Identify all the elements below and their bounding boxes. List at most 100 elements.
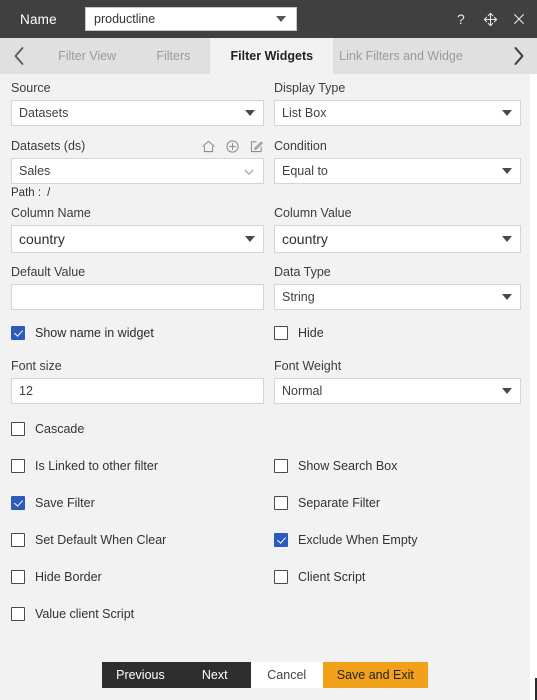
row-savefilter-separatefilter: Save Filter Separate Filter (0, 494, 530, 514)
tab-label: Filter View (58, 49, 117, 63)
field-font-weight: Font Weight Normal (274, 358, 521, 404)
column-value-label: Column Value (274, 206, 352, 220)
checkbox-box[interactable] (274, 326, 288, 340)
checkbox-hide[interactable]: Hide (274, 324, 521, 342)
chevron-down-icon (502, 168, 512, 174)
checkbox-set-default-when-clear[interactable]: Set Default When Clear (11, 531, 264, 549)
checkbox-show-name-in-widget[interactable]: Show name in widget (11, 324, 264, 342)
font-weight-select[interactable]: Normal (274, 378, 521, 404)
row-cascade: Cascade (0, 420, 530, 440)
checkbox-box[interactable] (274, 533, 288, 547)
checkbox-label: Set Default When Clear (35, 533, 167, 547)
help-icon[interactable]: ? (454, 10, 471, 28)
close-icon[interactable] (510, 10, 527, 28)
source-value: Datasets (19, 106, 69, 120)
checkbox-label: Client Script (298, 570, 366, 584)
row-column-name-value: Column Name country Column Value country (0, 205, 530, 261)
row-setdefault-excludeempty: Set Default When Clear Exclude When Empt… (0, 531, 530, 551)
column-value-value: country (282, 231, 328, 247)
checkbox-label: Exclude When Empty (298, 533, 418, 547)
font-size-value: 12 (19, 384, 33, 398)
form-body: Source Datasets Display Type List Box Da… (0, 74, 530, 700)
checkbox-is-linked-to-other-filter[interactable]: Is Linked to other filter (11, 457, 264, 475)
filter-widgets-dialog: Name productline ? Filter View Filters F… (0, 0, 537, 700)
previous-button[interactable]: Previous (102, 662, 179, 688)
checkbox-save-filter[interactable]: Save Filter (11, 494, 264, 512)
chevron-down-icon (245, 110, 255, 116)
checkbox-separate-filter[interactable]: Separate Filter (274, 494, 521, 512)
column-value-select[interactable]: country (274, 225, 521, 253)
checkbox-box[interactable] (11, 496, 25, 510)
font-size-input[interactable]: 12 (11, 378, 264, 404)
datasets-select[interactable]: Sales (11, 158, 264, 184)
chevron-down-icon (276, 16, 286, 22)
font-weight-label: Font Weight (274, 359, 342, 373)
tab-filters[interactable]: Filters (136, 38, 211, 74)
checkbox-box[interactable] (11, 459, 25, 473)
row-showname-hide: Show name in widget Hide (0, 324, 530, 344)
cancel-button[interactable]: Cancel (250, 662, 323, 688)
field-column-value: Column Value country (274, 205, 521, 253)
checkbox-value-client-script[interactable]: Value client Script (11, 605, 264, 623)
tab-link-filters-and-widgets[interactable]: Link Filters and Widge (333, 38, 499, 74)
chevron-down-icon (502, 388, 512, 394)
field-condition: Condition Equal to (274, 138, 521, 184)
dialog-right-edge (530, 74, 537, 700)
data-type-select[interactable]: String (274, 284, 521, 310)
checkbox-show-search-box[interactable]: Show Search Box (274, 457, 521, 475)
checkbox-exclude-when-empty[interactable]: Exclude When Empty (274, 531, 521, 549)
checkbox-label: Hide Border (35, 570, 102, 584)
field-display-type: Display Type List Box (274, 80, 521, 126)
checkbox-box[interactable] (274, 570, 288, 584)
row-font: Font size 12 Font Weight Normal (0, 358, 530, 412)
checkbox-box[interactable] (11, 422, 25, 436)
edit-pencil-icon[interactable] (249, 139, 264, 154)
tab-filter-widgets[interactable]: Filter Widgets (210, 38, 334, 74)
display-type-select[interactable]: List Box (274, 100, 521, 126)
condition-value: Equal to (282, 164, 328, 178)
name-select[interactable]: productline (85, 7, 297, 31)
tabs-prev-arrow-icon[interactable] (0, 38, 38, 74)
checkbox-cascade[interactable]: Cascade (11, 420, 264, 438)
path-value: / (47, 187, 51, 199)
dataset-path: Path : / (11, 187, 264, 199)
add-circle-icon[interactable] (225, 139, 240, 154)
checkbox-box[interactable] (11, 570, 25, 584)
data-type-label: Data Type (274, 265, 331, 279)
condition-select[interactable]: Equal to (274, 158, 521, 184)
row-default-datatype: Default Value Data Type String (0, 264, 530, 318)
home-icon[interactable] (201, 139, 216, 154)
save-and-exit-button[interactable]: Save and Exit (322, 662, 428, 688)
checkbox-hide-border[interactable]: Hide Border (11, 568, 264, 586)
checkbox-box[interactable] (11, 607, 25, 621)
row-value-client-script: Value client Script (0, 605, 530, 625)
default-value-input[interactable] (11, 284, 264, 310)
font-weight-value: Normal (282, 384, 323, 398)
checkbox-box[interactable] (11, 326, 25, 340)
move-icon[interactable] (482, 10, 499, 28)
field-default-value: Default Value (11, 264, 264, 310)
display-type-value: List Box (282, 106, 327, 120)
checkbox-box[interactable] (11, 533, 25, 547)
field-source: Source Datasets (11, 80, 264, 126)
tabs-next-arrow-icon[interactable] (499, 38, 537, 74)
tab-filter-view[interactable]: Filter View (38, 38, 137, 74)
chevron-down-icon (502, 110, 512, 116)
checkbox-label: Is Linked to other filter (35, 459, 158, 473)
dialog-footer: Previous Next Cancel Save and Exit (0, 662, 530, 688)
data-type-value: String (282, 290, 315, 304)
path-label: Path : (11, 187, 42, 199)
checkbox-client-script[interactable]: Client Script (274, 568, 521, 586)
tab-label: Link Filters and Widge (339, 49, 463, 63)
next-button[interactable]: Next (178, 662, 251, 688)
source-select[interactable]: Datasets (11, 100, 264, 126)
display-type-label: Display Type (274, 81, 346, 95)
dialog-titlebar: Name productline ? (0, 0, 537, 38)
checkbox-box[interactable] (274, 496, 288, 510)
chevron-down-icon (243, 165, 255, 177)
checkbox-box[interactable] (274, 459, 288, 473)
field-datasets: Datasets (ds) Sales Path: / (11, 138, 264, 199)
row-datasets-condition: Datasets (ds) Sales Path: / Condition E… (0, 138, 530, 210)
column-name-select[interactable]: country (11, 225, 264, 253)
titlebar-icons: ? (454, 0, 527, 38)
